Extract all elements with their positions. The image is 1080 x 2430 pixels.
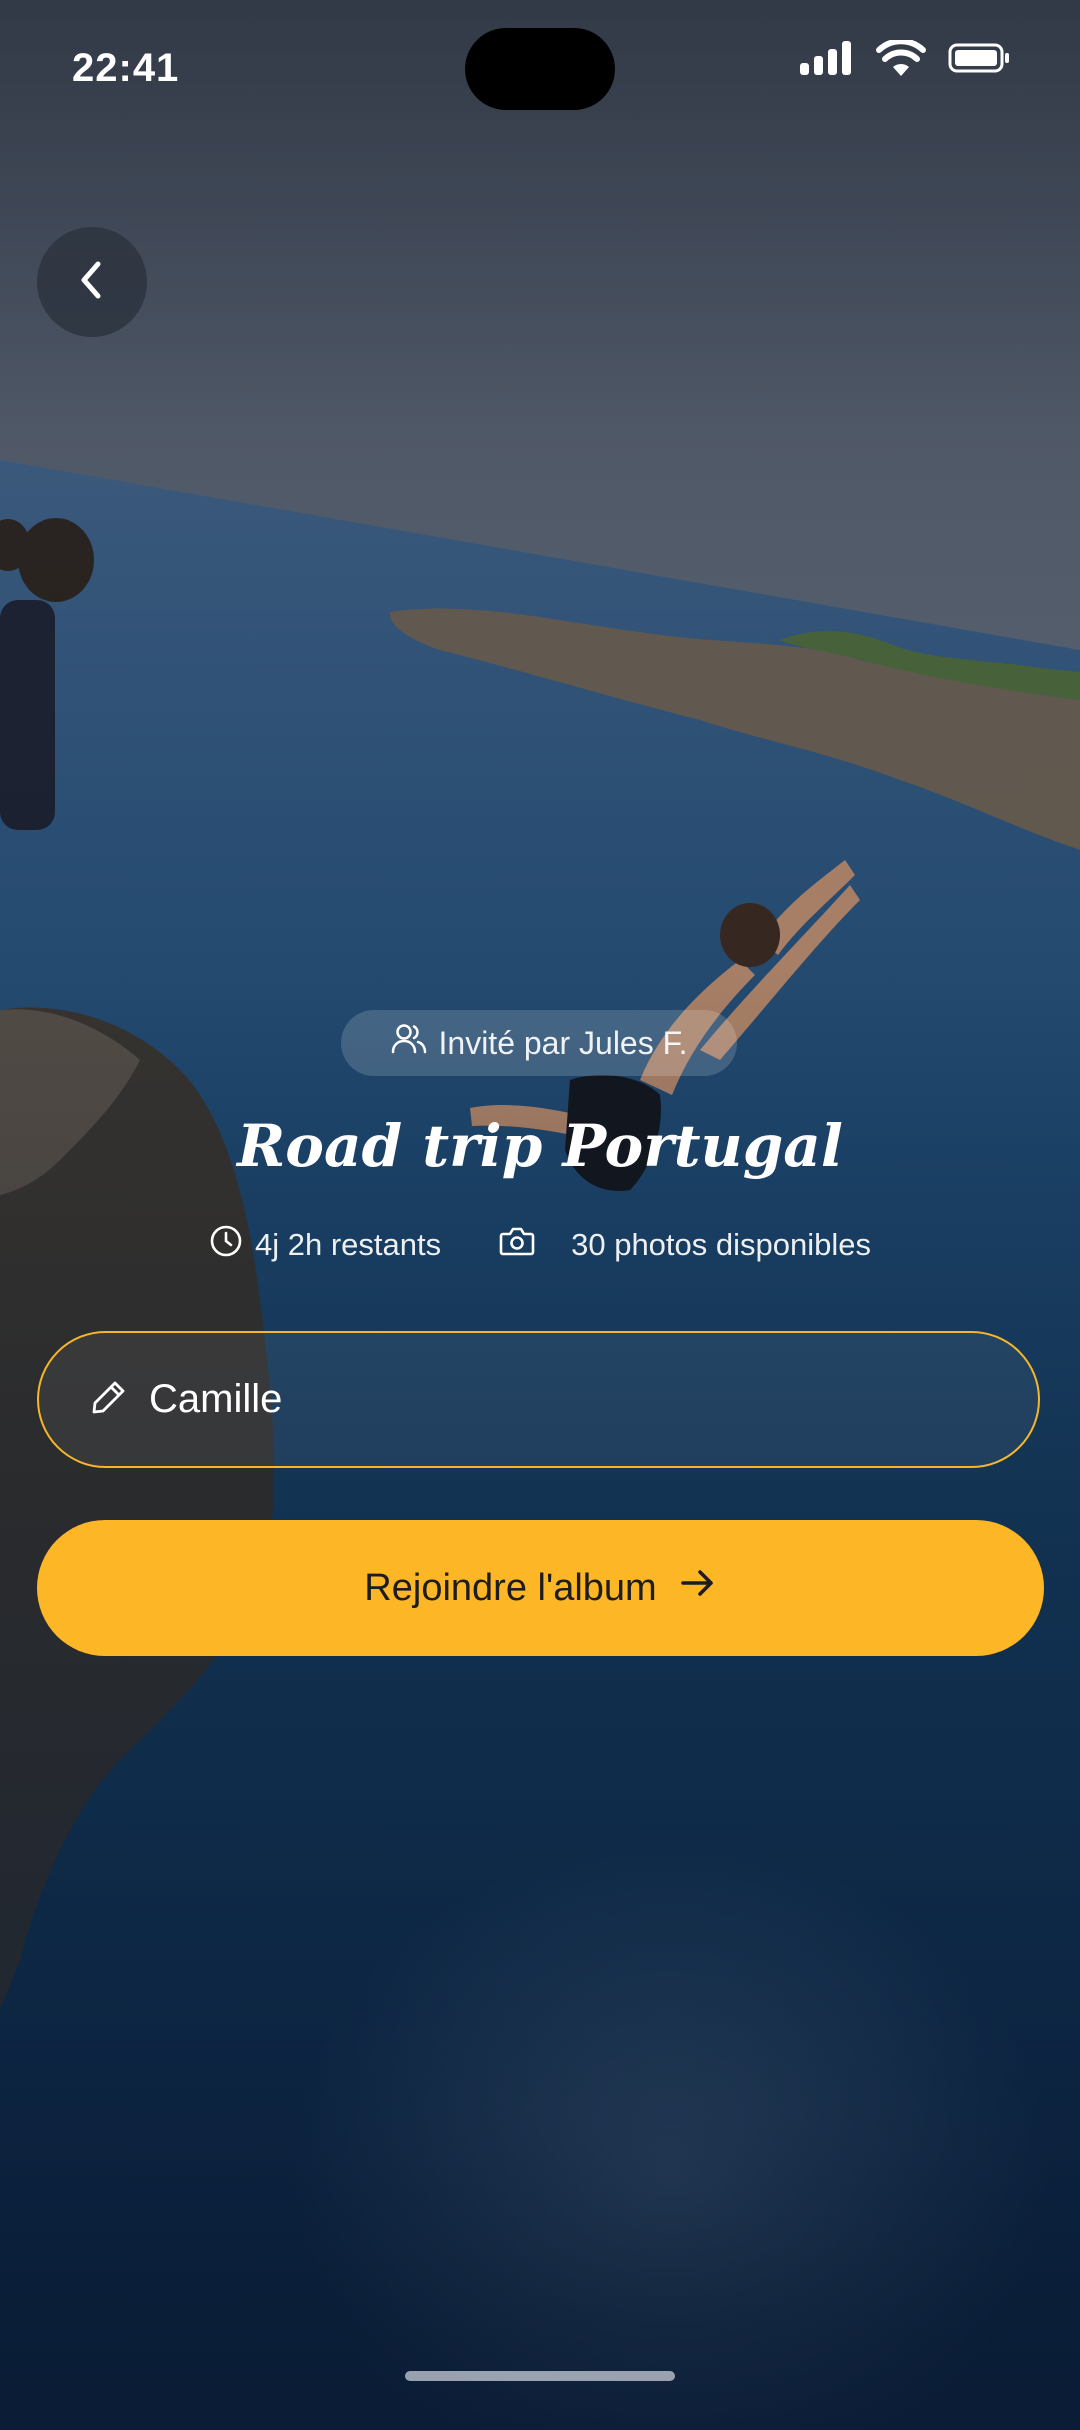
status-bar: 22:41 [0, 0, 1080, 140]
photos-available: 30 photos disponibles [499, 1226, 871, 1264]
name-field[interactable] [37, 1331, 1040, 1468]
invited-by-badge: Invité par Jules F. [341, 1010, 737, 1076]
camera-icon [499, 1226, 535, 1264]
time-remaining: 4j 2h restants [209, 1224, 441, 1266]
home-indicator[interactable] [405, 2371, 675, 2381]
pencil-icon [89, 1377, 129, 1422]
time-remaining-text: 4j 2h restants [255, 1227, 442, 1262]
album-meta: 4j 2h restants 30 photos disponibles [0, 1224, 1080, 1266]
clock-icon [209, 1224, 243, 1266]
dark-gradient-overlay [0, 0, 1080, 2430]
wifi-icon [876, 38, 926, 81]
chevron-left-icon [72, 256, 112, 309]
album-title: Road trip Portugal [237, 1112, 843, 1180]
dynamic-island [465, 28, 615, 110]
cellular-signal-icon [800, 41, 854, 80]
status-time: 22:41 [72, 46, 180, 90]
status-icons [800, 38, 1010, 81]
back-button[interactable] [37, 227, 147, 337]
join-album-button[interactable]: Rejoindre l'album [37, 1520, 1044, 1656]
name-input[interactable] [147, 1376, 971, 1423]
photos-available-text: 30 photos disponibles [571, 1227, 871, 1262]
users-icon [391, 1023, 427, 1063]
invited-by-text: Invité par Jules F. [438, 1024, 688, 1061]
join-album-label: Rejoindre l'album [364, 1566, 657, 1609]
arrow-right-icon [679, 1566, 717, 1610]
battery-icon [948, 42, 1010, 79]
